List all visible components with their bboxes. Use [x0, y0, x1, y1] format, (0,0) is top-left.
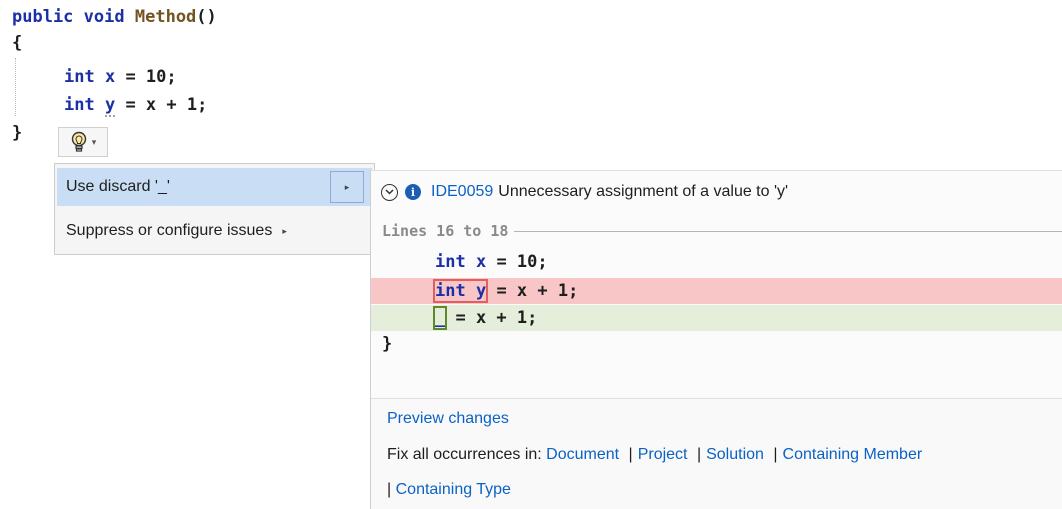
preview-changes-link[interactable]: Preview changes	[387, 410, 509, 428]
lightbulb-icon	[71, 131, 86, 152]
preview-code-added: _ = x + 1;	[432, 306, 538, 330]
fix-all-row-2: | Containing Type	[387, 481, 511, 498]
diagnostic-message: Unnecessary assignment of a value to 'y'	[498, 183, 789, 200]
submenu-arrow-icon: ▸	[282, 225, 287, 236]
code-line-3: int x = 10;	[64, 64, 177, 90]
preview-pane: i IDE0059 Unnecessary assignment of a va…	[370, 170, 1062, 509]
keyword-public: public	[12, 7, 74, 27]
fix-all-project-link[interactable]: Project	[638, 446, 688, 463]
variable-x: x	[104, 67, 116, 87]
menu-item-suppress-configure[interactable]: Suppress or configure issues ▸	[57, 212, 372, 250]
removed-span: int y	[432, 279, 489, 303]
submenu-arrow-icon[interactable]: ▸	[330, 171, 364, 203]
preview-footer: Preview changes Fix all occurrences in: …	[371, 398, 1062, 509]
keyword-void: void	[83, 7, 125, 27]
divider	[514, 230, 1062, 232]
code-line-4: int y = x + 1;	[64, 92, 207, 118]
preview-code-close: }	[382, 334, 393, 354]
keyword-int: int	[64, 95, 95, 115]
fix-all-solution-link[interactable]: Solution	[706, 446, 764, 463]
info-icon: i	[405, 184, 421, 200]
method-parens: ()	[196, 7, 217, 27]
indent-guide	[15, 58, 16, 116]
keyword-int: int	[64, 67, 95, 87]
quick-actions-menu: Use discard '_' ▸ Suppress or configure …	[54, 163, 375, 255]
code-line-1: public void Method()	[12, 4, 217, 30]
preview-code-line-1: int x = 10;	[435, 252, 548, 272]
variable-y[interactable]: y	[104, 95, 116, 117]
fix-all-row: Fix all occurrences in: Document | Projec…	[387, 446, 923, 463]
chevron-down-icon: ▾	[91, 138, 97, 148]
diagnostic-header: i IDE0059 Unnecessary assignment of a va…	[371, 171, 1062, 213]
diagnostic-id-link[interactable]: IDE0059	[431, 183, 493, 201]
added-discard: _	[432, 306, 448, 330]
method-name: Method	[134, 7, 197, 27]
menu-item-label: Use discard '_'	[66, 178, 170, 195]
fix-all-containing-type-link[interactable]: Containing Type	[396, 481, 511, 498]
menu-item-use-discard[interactable]: Use discard '_' ▸	[57, 168, 372, 206]
lines-range-header: Lines 16 to 18	[382, 221, 1062, 241]
menu-item-label: Suppress or configure issues	[66, 222, 273, 239]
fix-all-containing-member-link[interactable]: Containing Member	[783, 446, 923, 463]
preview-code-removed: int y = x + 1;	[432, 279, 579, 303]
fix-all-document-link[interactable]: Document	[546, 446, 619, 463]
fix-all-label: Fix all occurrences in:	[387, 446, 542, 463]
code-line-5: }	[12, 123, 23, 143]
code-line-3-rest: = 10;	[115, 67, 177, 87]
lightbulb-button[interactable]: ▾	[58, 127, 108, 157]
code-line-2: {	[12, 33, 23, 53]
collapse-chevron-icon[interactable]	[381, 183, 398, 201]
code-line-4-rest: = x + 1;	[115, 95, 208, 115]
